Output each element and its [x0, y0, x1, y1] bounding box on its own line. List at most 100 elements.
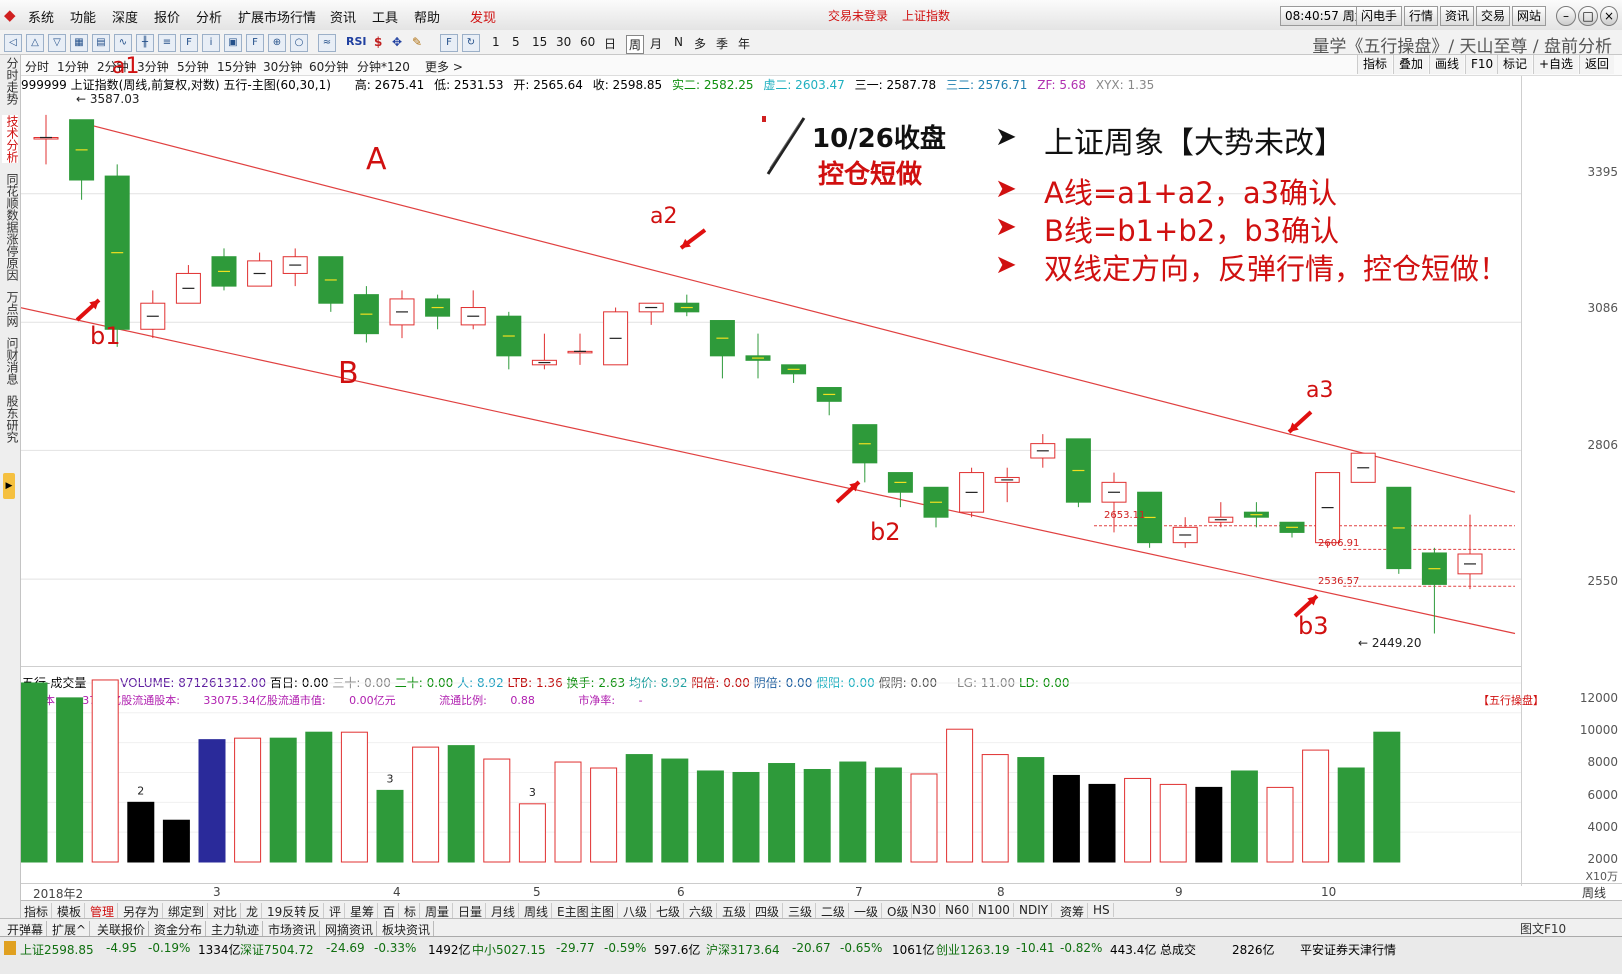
- down-icon[interactable]: ▽: [48, 34, 66, 52]
- indicator-tab[interactable]: N60: [942, 903, 974, 917]
- f10-text-button[interactable]: 图文F10: [1520, 920, 1566, 937]
- candlestick[interactable]: [69, 119, 95, 200]
- period-tab-120min[interactable]: 分钟*120: [357, 58, 410, 75]
- menu-quote[interactable]: 报价: [154, 7, 180, 26]
- overlay-button[interactable]: 叠加: [1393, 55, 1429, 74]
- mark-button[interactable]: 标记: [1497, 55, 1533, 74]
- period-5[interactable]: 5: [512, 35, 520, 49]
- candlestick[interactable]: [353, 286, 379, 343]
- menu-extended-market[interactable]: 扩展市场行情: [238, 7, 316, 26]
- candlestick[interactable]: [1279, 521, 1305, 538]
- candlestick[interactable]: [1243, 502, 1269, 528]
- maximize-icon[interactable]: □: [1578, 6, 1598, 26]
- tab-ths-data[interactable]: 同花顺数据: [2, 173, 19, 233]
- zx-index[interactable]: 中小5027.15: [472, 941, 546, 958]
- period-tab-60min[interactable]: 60分钟: [309, 58, 348, 75]
- draw-line-button[interactable]: 画线: [1429, 55, 1465, 74]
- candlestick[interactable]: [1421, 547, 1447, 634]
- candlestick[interactable]: [1030, 434, 1056, 468]
- f10-icon[interactable]: F: [180, 34, 198, 52]
- candlestick[interactable]: [104, 164, 130, 347]
- website-button[interactable]: 网站: [1512, 6, 1547, 26]
- candlestick[interactable]: [496, 311, 522, 370]
- candlestick[interactable]: [389, 290, 415, 339]
- period-tab-30min[interactable]: 30分钟: [263, 58, 302, 75]
- period-1[interactable]: 1: [492, 35, 500, 49]
- candlestick[interactable]: [140, 290, 166, 339]
- candlestick[interactable]: [1172, 517, 1198, 548]
- period-30[interactable]: 30: [556, 35, 571, 49]
- menu-news[interactable]: 资讯: [330, 7, 356, 26]
- tab-wandian[interactable]: 万点网: [2, 291, 19, 327]
- period-day[interactable]: 日: [604, 35, 616, 52]
- period-week[interactable]: 周: [626, 35, 645, 54]
- period-quarter[interactable]: 季: [716, 35, 728, 52]
- menu-analysis[interactable]: 分析: [196, 7, 222, 26]
- indicator-tab[interactable]: NDIY: [1016, 903, 1053, 917]
- candlestick[interactable]: [33, 114, 59, 165]
- period-tab-3min[interactable]: 3分钟: [137, 58, 169, 75]
- candlestick[interactable]: [887, 472, 913, 508]
- tab-technical[interactable]: 技术分析: [2, 115, 19, 163]
- candlestick[interactable]: [994, 467, 1020, 503]
- table-icon[interactable]: ▤: [92, 34, 110, 52]
- indicator-button[interactable]: 指标: [1357, 55, 1393, 74]
- candlestick[interactable]: [923, 486, 949, 528]
- period-n[interactable]: N: [674, 35, 683, 49]
- refresh-icon[interactable]: ↻: [462, 34, 480, 52]
- info-icon[interactable]: i: [202, 34, 220, 52]
- up-icon[interactable]: △: [26, 34, 44, 52]
- candlestick[interactable]: [816, 387, 842, 416]
- cy-index[interactable]: 创业1263.19: [936, 941, 1010, 958]
- zoom-icon[interactable]: ⊕: [268, 34, 286, 52]
- fs-icon[interactable]: F: [440, 34, 458, 52]
- candlestick[interactable]: [531, 333, 557, 370]
- period-tab-1min[interactable]: 1分钟: [57, 58, 89, 75]
- candlestick[interactable]: [1065, 438, 1091, 508]
- period-tab-more[interactable]: 更多 >: [425, 58, 463, 75]
- sh-index[interactable]: 上证2598.85: [20, 941, 94, 958]
- tab-wencai[interactable]: 问财消息: [2, 337, 19, 385]
- candlestick[interactable]: [318, 256, 344, 312]
- news-button[interactable]: 资讯: [1440, 6, 1475, 26]
- note-icon[interactable]: ▣: [224, 34, 242, 52]
- menu-help[interactable]: 帮助: [414, 7, 440, 26]
- quote-button[interactable]: 行情: [1404, 6, 1439, 26]
- kline-icon[interactable]: ╫: [136, 34, 154, 52]
- period-15[interactable]: 15: [532, 35, 547, 49]
- menu-discover[interactable]: 发现: [470, 7, 496, 26]
- menu-function[interactable]: 功能: [70, 7, 96, 26]
- grid-icon[interactable]: ▦: [70, 34, 88, 52]
- money-icon[interactable]: $: [374, 35, 382, 49]
- candlestick[interactable]: [745, 333, 771, 379]
- back-icon[interactable]: ◁: [4, 34, 22, 52]
- candlestick[interactable]: [852, 424, 878, 483]
- menu-system[interactable]: 系统: [28, 7, 54, 26]
- candlestick[interactable]: [1315, 472, 1341, 548]
- candlestick[interactable]: [781, 364, 807, 383]
- menu-depth[interactable]: 深度: [112, 7, 138, 26]
- candlestick[interactable]: [175, 265, 201, 304]
- candlestick[interactable]: [1350, 452, 1376, 483]
- trade-button[interactable]: 交易: [1476, 6, 1511, 26]
- rsi-icon[interactable]: RSI: [346, 35, 367, 48]
- candlestick[interactable]: [1208, 502, 1234, 528]
- f12-icon[interactable]: F: [246, 34, 264, 52]
- wave-icon[interactable]: ≈: [318, 34, 336, 52]
- tab-limit-reason[interactable]: 涨停原因: [2, 233, 19, 281]
- add-favorite-button[interactable]: +自选: [1533, 55, 1579, 74]
- candlestick[interactable]: [1101, 472, 1127, 533]
- candlestick[interactable]: [603, 307, 629, 366]
- volume-chart[interactable]: 2 3 3: [21, 668, 1521, 882]
- candlestick[interactable]: [959, 467, 985, 518]
- flash-button[interactable]: 闪电手: [1356, 6, 1403, 26]
- period-tab-15min[interactable]: 15分钟: [217, 58, 256, 75]
- candlestick[interactable]: [638, 302, 664, 325]
- hs-index[interactable]: 沪深3173.64: [706, 941, 780, 958]
- indicator-tab[interactable]: N100: [975, 903, 1014, 917]
- indicator-tab[interactable]: HS: [1090, 903, 1114, 917]
- circle-icon[interactable]: ○: [290, 34, 308, 52]
- candlestick[interactable]: [567, 333, 593, 365]
- candlestick[interactable]: [282, 248, 308, 287]
- f10-button[interactable]: F10: [1465, 55, 1499, 74]
